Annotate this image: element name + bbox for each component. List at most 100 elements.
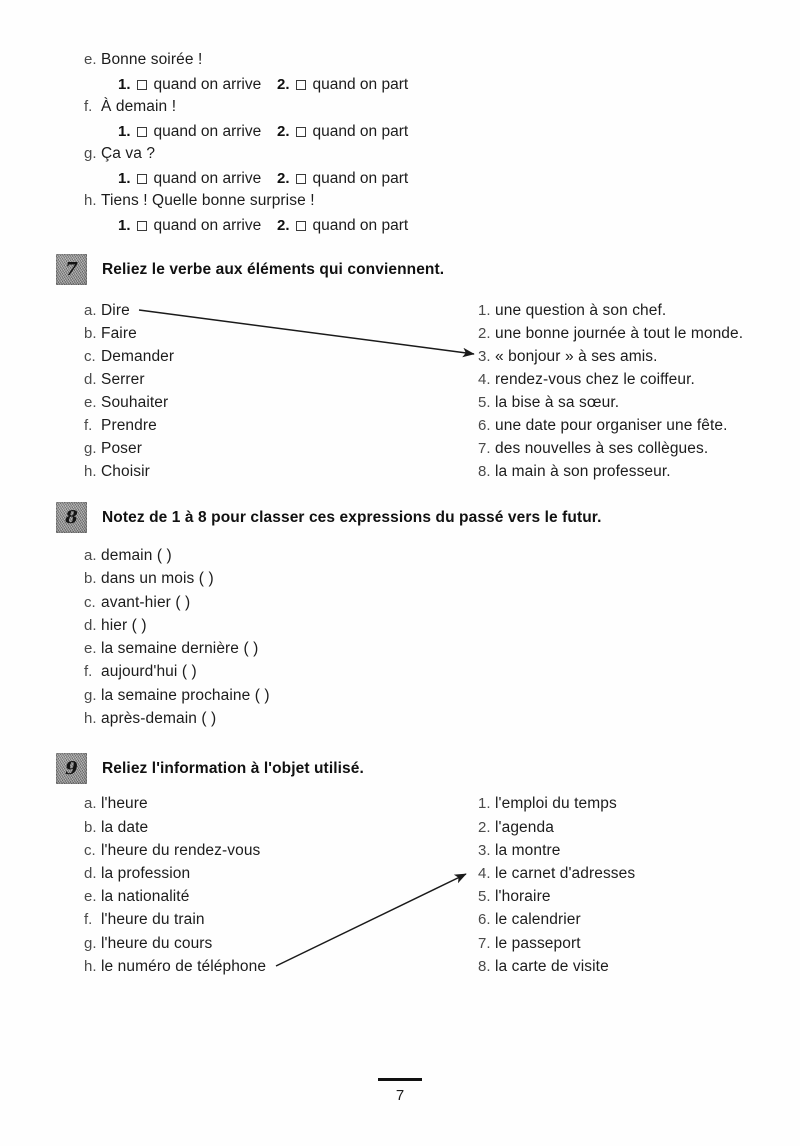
- item-marker: 4.: [478, 865, 491, 882]
- list-item: b. la date: [84, 820, 148, 836]
- connector-ex9-telephone-to-carnet: [275, 873, 467, 967]
- option-2[interactable]: 2. quand on part: [277, 124, 408, 140]
- item-marker: b.: [84, 819, 97, 836]
- option-label: quand on arrive: [153, 170, 262, 187]
- item-text[interactable]: la semaine dernière ( ): [101, 641, 258, 657]
- option-1[interactable]: 1. quand on arrive: [118, 171, 261, 187]
- item-text: une question à son chef.: [495, 302, 667, 319]
- option-label: quand on part: [312, 76, 409, 93]
- option-label: quand on arrive: [153, 217, 262, 234]
- item-text: une bonne journée à tout le monde.: [495, 325, 744, 342]
- option-1[interactable]: 1. quand on arrive: [118, 77, 261, 93]
- item-text: l'heure: [101, 795, 148, 812]
- item-marker: e.: [84, 640, 97, 657]
- item-marker: b.: [84, 570, 97, 587]
- list-item: b. dans un mois ( ): [84, 571, 214, 587]
- item-text: Prendre: [101, 417, 157, 434]
- item-text: la nationalité: [101, 888, 190, 905]
- item-text: « bonjour » à ses amis.: [495, 348, 658, 365]
- list-item: g. Poser: [84, 441, 142, 457]
- item-text[interactable]: demain ( ): [101, 548, 172, 564]
- item-text: À demain !: [101, 98, 177, 115]
- checkbox-quand-on-part[interactable]: [295, 173, 306, 184]
- item-text[interactable]: après-demain ( ): [101, 711, 216, 727]
- item-marker: f.: [84, 417, 93, 434]
- item-text[interactable]: dans un mois ( ): [101, 571, 214, 587]
- item-marker: 5.: [478, 888, 491, 905]
- item-text: la bise à sa sœur.: [495, 394, 620, 411]
- list-item: 4. rendez-vous chez le coiffeur.: [478, 372, 695, 388]
- list-item: 2. l'agenda: [478, 820, 554, 836]
- list-item: b. Faire: [84, 326, 137, 342]
- item-text[interactable]: avant-hier ( ): [101, 595, 190, 611]
- item-marker: 7.: [478, 440, 491, 457]
- worksheet-page: e. Bonne soirée ! 1. quand on arrive 2. …: [0, 0, 800, 1146]
- item-text: le carnet d'adresses: [495, 865, 636, 882]
- item-marker: c.: [84, 348, 96, 365]
- checkbox-quand-on-arrive[interactable]: [136, 126, 147, 137]
- list-item: f. aujourd'hui ( ): [84, 664, 197, 680]
- checkbox-quand-on-part[interactable]: [295, 220, 306, 231]
- item-text: Souhaiter: [101, 394, 169, 411]
- checkbox-quand-on-arrive[interactable]: [136, 173, 147, 184]
- item-text[interactable]: hier ( ): [101, 618, 147, 634]
- item-marker: b.: [84, 325, 97, 342]
- list-item: a. demain ( ): [84, 548, 172, 564]
- item-marker: h.: [84, 710, 97, 727]
- item-text[interactable]: la semaine prochaine ( ): [101, 688, 270, 704]
- option-number: 2.: [277, 123, 290, 141]
- option-2[interactable]: 2. quand on part: [277, 77, 408, 93]
- item-text: l'emploi du temps: [495, 795, 617, 812]
- item-marker: 8.: [478, 958, 491, 975]
- item-marker: g.: [84, 145, 97, 162]
- item-marker: 6.: [478, 911, 491, 928]
- list-item: f. Prendre: [84, 418, 157, 434]
- list-item: c. avant-hier ( ): [84, 595, 190, 611]
- item-marker: 1.: [478, 302, 491, 319]
- exercise-title: Reliez l'information à l'objet utilisé.: [102, 759, 364, 777]
- item-text: Serrer: [101, 371, 145, 388]
- item-marker: f.: [84, 911, 93, 928]
- item-marker: h.: [84, 958, 97, 975]
- item-marker: h.: [84, 192, 97, 209]
- option-1[interactable]: 1. quand on arrive: [118, 124, 261, 140]
- option-2[interactable]: 2. quand on part: [277, 171, 408, 187]
- list-item: 7. des nouvelles à ses collègues.: [478, 441, 708, 457]
- list-item: a. Dire: [84, 303, 130, 319]
- item-text: la profession: [101, 865, 191, 882]
- item-marker: 8.: [478, 463, 491, 480]
- list-item: 6. une date pour organiser une fête.: [478, 418, 728, 434]
- item-text: Bonne soirée !: [101, 51, 203, 68]
- option-number: 1.: [118, 123, 131, 141]
- list-item: h. Choisir: [84, 464, 150, 480]
- list-item: e. la nationalité: [84, 889, 189, 905]
- checkbox-quand-on-part[interactable]: [295, 126, 306, 137]
- option-line: 1. quand on arrive 2. quand on part: [118, 124, 478, 142]
- item-text: l'heure du train: [101, 911, 205, 928]
- exercise-number-badge: 9: [56, 753, 87, 784]
- list-item: 1. une question à son chef.: [478, 303, 666, 319]
- item-text[interactable]: aujourd'hui ( ): [101, 664, 197, 680]
- item-marker: 3.: [478, 348, 491, 365]
- item-marker: 5.: [478, 394, 491, 411]
- item-marker: g.: [84, 687, 97, 704]
- option-label: quand on arrive: [153, 76, 262, 93]
- option-2[interactable]: 2. quand on part: [277, 218, 408, 234]
- item-text: des nouvelles à ses collègues.: [495, 440, 709, 457]
- list-item: c. Demander: [84, 349, 174, 365]
- item-text: le calendrier: [495, 911, 581, 928]
- list-item: 5. la bise à sa sœur.: [478, 395, 619, 411]
- item-marker: 2.: [478, 819, 491, 836]
- exercise-heading-9: 9 Reliez l'information à l'objet utilisé…: [56, 753, 364, 784]
- list-item: d. la profession: [84, 866, 190, 882]
- item-text: Choisir: [101, 463, 150, 480]
- item-marker: e.: [84, 51, 97, 68]
- list-item: h. après-demain ( ): [84, 711, 216, 727]
- checkbox-quand-on-arrive[interactable]: [136, 220, 147, 231]
- checkbox-quand-on-part[interactable]: [295, 79, 306, 90]
- item-marker: a.: [84, 302, 97, 319]
- item-marker: d.: [84, 865, 97, 882]
- checkbox-quand-on-arrive[interactable]: [136, 79, 147, 90]
- item-marker: 1.: [478, 795, 491, 812]
- option-1[interactable]: 1. quand on arrive: [118, 218, 261, 234]
